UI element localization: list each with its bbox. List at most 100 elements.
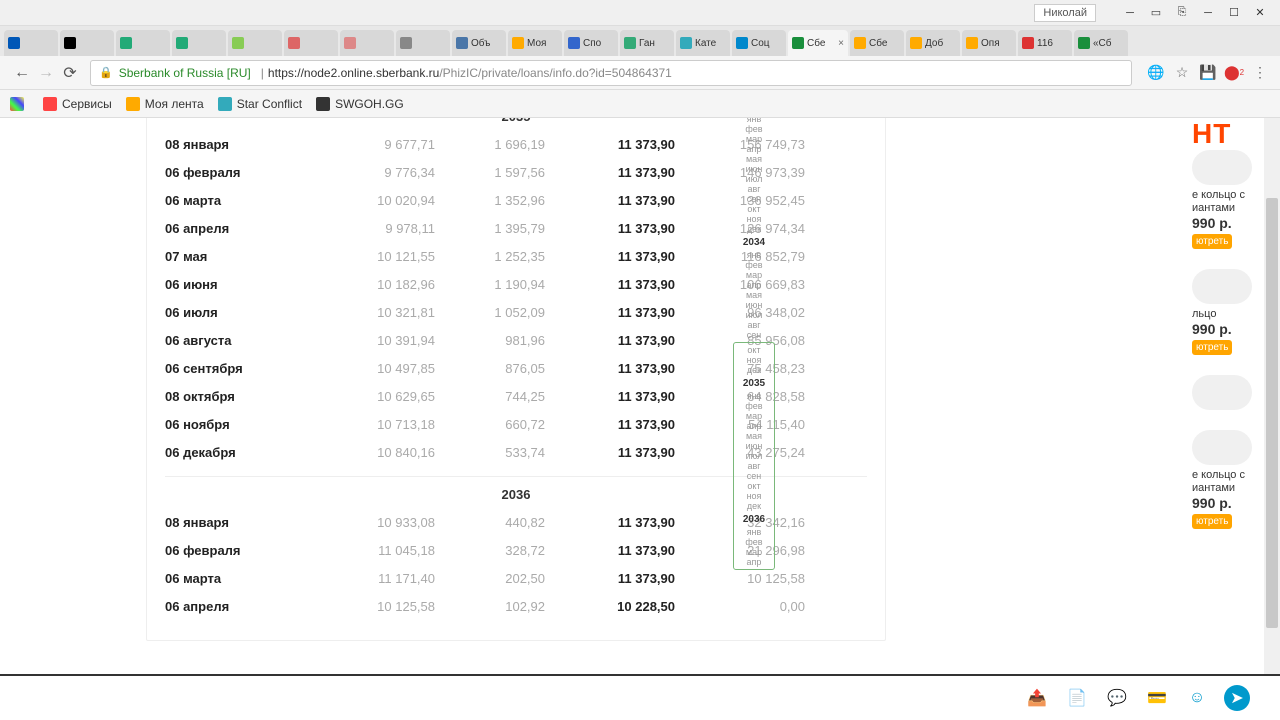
nav-year[interactable]: 2034 (733, 238, 775, 248)
nav-month[interactable]: мая (733, 154, 775, 164)
ad-button[interactable]: ютреть (1192, 234, 1232, 249)
window-restore-icon[interactable]: ▭ (1144, 4, 1168, 22)
url-path: /PhizIC/private/loans/info.do?id=5048643… (439, 66, 672, 80)
opera-icon[interactable]: ⬤2 (1224, 63, 1244, 83)
translate-icon[interactable]: 🌐 (1146, 63, 1166, 83)
browser-tab[interactable]: Доб (906, 30, 960, 56)
browser-tab[interactable]: Соц (732, 30, 786, 56)
nav-month[interactable]: янв (734, 527, 774, 537)
browser-tab[interactable] (340, 30, 394, 56)
nav-month[interactable]: авг (733, 320, 775, 330)
window-min2-icon[interactable]: ─ (1196, 4, 1220, 22)
browser-tab[interactable]: Опя (962, 30, 1016, 56)
nav-month[interactable]: апр (734, 421, 774, 431)
browser-tab[interactable] (60, 30, 114, 56)
bookmark-star-icon[interactable]: ☆ (1172, 63, 1192, 83)
nav-month[interactable]: мая (734, 431, 774, 441)
send-icon[interactable]: ➤ (1224, 685, 1250, 711)
nav-year[interactable]: 2036 (734, 515, 774, 525)
document-icon[interactable]: 📄 (1064, 685, 1090, 711)
browser-tab[interactable]: Объ (452, 30, 506, 56)
nav-month[interactable]: апр (734, 557, 774, 567)
nav-month[interactable]: мая (733, 290, 775, 300)
scrollbar-thumb[interactable] (1266, 198, 1278, 628)
nav-month[interactable]: июл (734, 451, 774, 461)
nav-month[interactable]: июн (734, 441, 774, 451)
close-tab-icon[interactable]: × (838, 38, 844, 49)
nav-forward-icon[interactable]: → (34, 61, 58, 85)
nav-month[interactable]: окт (734, 481, 774, 491)
chat-icon[interactable]: 💬 (1104, 685, 1130, 711)
nav-year[interactable]: 2035 (734, 379, 774, 389)
window-min-icon[interactable]: ─ (1118, 4, 1142, 22)
nav-month[interactable]: мар (733, 134, 775, 144)
browser-tab[interactable] (396, 30, 450, 56)
nav-month[interactable]: ноя (734, 355, 774, 365)
ad-button[interactable]: ютреть (1192, 514, 1232, 529)
apps-button[interactable] (10, 97, 29, 111)
nav-month[interactable]: фев (734, 537, 774, 547)
nav-month[interactable]: апр (733, 144, 775, 154)
bookmark-item[interactable]: Моя лента (126, 97, 204, 111)
nav-month[interactable]: авг (733, 184, 775, 194)
bookmark-item[interactable]: SWGOH.GG (316, 97, 404, 111)
nav-month[interactable]: мар (734, 547, 774, 557)
share-icon[interactable]: 📤 (1024, 685, 1050, 711)
nav-month[interactable]: фев (734, 401, 774, 411)
window-app-icon[interactable]: ⎘ (1170, 4, 1194, 22)
browser-tab[interactable] (4, 30, 58, 56)
browser-tab[interactable]: Моя (508, 30, 562, 56)
ad-item[interactable]: льцо990 р.ютреть (1192, 269, 1262, 355)
browser-tab[interactable] (228, 30, 282, 56)
ad-button[interactable]: ютреть (1192, 340, 1232, 355)
nav-month[interactable]: янв (734, 391, 774, 401)
bookmark-item[interactable]: Star Conflict (218, 97, 302, 111)
browser-tab[interactable]: Спо (564, 30, 618, 56)
nav-month[interactable]: июл (733, 174, 775, 184)
nav-month[interactable]: окт (733, 204, 775, 214)
vertical-scrollbar[interactable] (1264, 118, 1280, 674)
nav-month[interactable]: сен (734, 471, 774, 481)
nav-month[interactable]: фев (733, 124, 775, 134)
nav-month[interactable]: янв (733, 250, 775, 260)
save-icon[interactable]: 💾 (1198, 63, 1218, 83)
nav-month[interactable]: ноя (734, 491, 774, 501)
browser-tab[interactable] (172, 30, 226, 56)
nav-month[interactable]: апр (733, 280, 775, 290)
browser-tab[interactable]: Сбе× (788, 30, 848, 56)
browser-tab[interactable] (116, 30, 170, 56)
browser-tab[interactable] (284, 30, 338, 56)
nav-month[interactable]: дек (734, 365, 774, 375)
bookmark-item[interactable]: Сервисы (43, 97, 112, 111)
browser-tab[interactable]: 116 (1018, 30, 1072, 56)
nav-month[interactable]: ноя (733, 214, 775, 224)
payment-date: 06 апреля (165, 599, 325, 614)
nav-month[interactable]: авг (734, 461, 774, 471)
nav-month[interactable]: дек (733, 224, 775, 234)
omnibox[interactable]: 🔒 Sberbank of Russia [RU] | https://node… (90, 60, 1132, 86)
nav-month[interactable]: дек (734, 501, 774, 511)
nav-month[interactable]: сен (733, 330, 775, 340)
face-icon[interactable]: ☺ (1184, 685, 1210, 711)
window-close-icon[interactable]: ✕ (1248, 4, 1272, 22)
browser-tab[interactable]: Ган (620, 30, 674, 56)
ad-item[interactable] (1192, 375, 1262, 410)
nav-month[interactable]: июн (733, 164, 775, 174)
nav-month[interactable]: сен (733, 194, 775, 204)
ad-item[interactable]: е кольцо сиантами990 р.ютреть (1192, 430, 1262, 529)
nav-reload-icon[interactable]: ⟳ (58, 61, 82, 85)
nav-month[interactable]: июн (733, 300, 775, 310)
nav-month[interactable]: окт (734, 345, 774, 355)
nav-month[interactable]: фев (733, 260, 775, 270)
browser-tab[interactable]: Сбе (850, 30, 904, 56)
browser-tab[interactable]: «Сб (1074, 30, 1128, 56)
nav-back-icon[interactable]: ← (10, 61, 34, 85)
browser-tab[interactable]: Кате (676, 30, 730, 56)
window-max-icon[interactable]: ☐ (1222, 4, 1246, 22)
nav-month[interactable]: мар (733, 270, 775, 280)
nav-month[interactable]: июл (733, 310, 775, 320)
ad-item[interactable]: е кольцо сиантами990 р.ютреть (1192, 150, 1262, 249)
nav-month[interactable]: мар (734, 411, 774, 421)
card-icon[interactable]: 💳 (1144, 685, 1170, 711)
menu-icon[interactable]: ⋮ (1250, 63, 1270, 83)
